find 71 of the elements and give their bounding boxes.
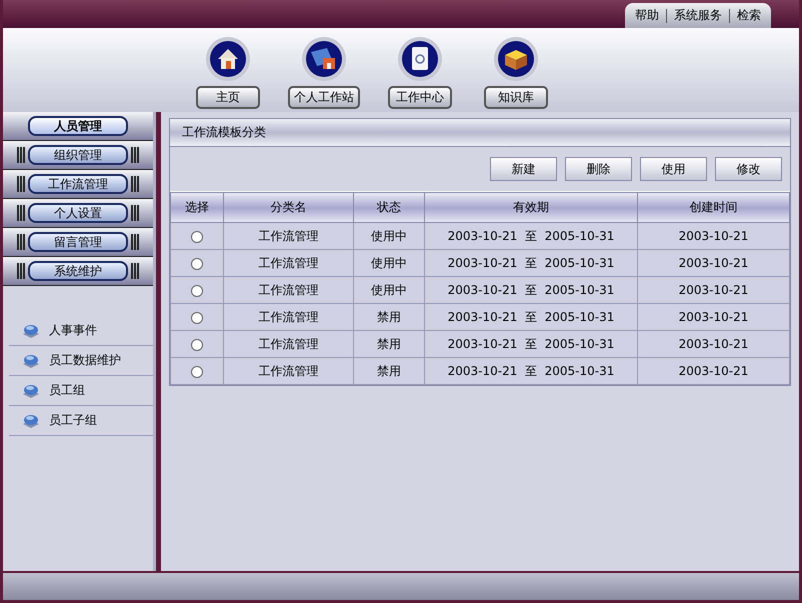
radio-button[interactable]: [191, 230, 203, 243]
grip-icon: [17, 263, 25, 279]
house-icon[interactable]: [205, 36, 251, 82]
table-cell: 工作流管理: [224, 330, 354, 358]
table-cell: 使用中: [354, 222, 424, 250]
folder-house-icon[interactable]: [301, 36, 347, 82]
table-cell: 2003-10-21 至 2005-10-31: [424, 222, 638, 250]
top-link[interactable]: 系统服务: [670, 6, 726, 25]
radio-button[interactable]: [191, 338, 203, 351]
radio-button[interactable]: [191, 366, 203, 378]
table-cell: 2003-10-21 至 2005-10-31: [424, 358, 638, 384]
sidebar-menu-button[interactable]: 组织管理: [28, 145, 128, 165]
toolbar-button[interactable]: 修改: [715, 157, 782, 181]
panel-title: 工作流模板分类: [170, 119, 790, 147]
nav-button[interactable]: 知识库: [484, 86, 548, 109]
table-cell: 2003-10-21 至 2005-10-31: [424, 276, 638, 304]
sidebar-link[interactable]: 员工数据维护: [49, 352, 121, 369]
table-cell: 2003-10-21: [638, 358, 790, 384]
grip-icon: [17, 147, 25, 163]
sidebar-menu-button[interactable]: 人员管理: [28, 116, 128, 136]
radio-button[interactable]: [191, 284, 203, 297]
grip-icon: [131, 234, 139, 250]
toolbar-button[interactable]: 使用: [640, 157, 707, 181]
table-cell: 2003-10-21: [638, 330, 790, 358]
nav-button[interactable]: 主页: [196, 86, 260, 109]
column-header: 状态: [354, 192, 424, 222]
grip-icon: [131, 263, 139, 279]
table-cell: 工作流管理: [224, 358, 354, 384]
table-cell: 2003-10-21: [638, 222, 790, 250]
radio-button[interactable]: [191, 312, 203, 324]
column-header: 有效期: [424, 192, 638, 222]
notebook-icon[interactable]: [397, 36, 443, 82]
nav-button[interactable]: 工作中心: [388, 86, 452, 109]
nav-button[interactable]: 个人工作站: [288, 86, 360, 109]
grip-icon: [131, 147, 139, 163]
sidebar-link[interactable]: 人事事件: [49, 322, 97, 339]
sidebar-link[interactable]: 员工组: [49, 382, 85, 399]
table-cell: 使用中: [354, 250, 424, 276]
top-link[interactable]: 帮助: [631, 6, 663, 25]
grip-icon: [17, 176, 25, 192]
table-cell: 禁用: [354, 304, 424, 330]
grip-icon: [17, 234, 25, 250]
table-cell: 使用中: [354, 276, 424, 304]
table-cell: 工作流管理: [224, 304, 354, 330]
table-cell: 2003-10-21 至 2005-10-31: [424, 250, 638, 276]
top-link[interactable]: 检索: [733, 6, 765, 25]
grip-icon: [17, 205, 25, 221]
toolbar-button[interactable]: 新建: [490, 157, 557, 181]
table-cell: 禁用: [354, 330, 424, 358]
table-cell: 禁用: [354, 358, 424, 384]
sidebar-menu-button[interactable]: 个人设置: [28, 203, 128, 223]
column-header: 创建时间: [638, 192, 790, 222]
sidebar-menu-button[interactable]: 工作流管理: [28, 174, 128, 194]
sidebar-link[interactable]: 员工子组: [49, 412, 97, 429]
toolbar-button[interactable]: 删除: [565, 157, 632, 181]
grip-icon: [131, 176, 139, 192]
table-cell: 工作流管理: [224, 222, 354, 250]
column-header: 选择: [170, 192, 224, 222]
table-cell: 2003-10-21 至 2005-10-31: [424, 304, 638, 330]
table-cell: 2003-10-21: [638, 250, 790, 276]
column-header: 分类名: [224, 192, 354, 222]
table-cell: 工作流管理: [224, 250, 354, 276]
box-icon[interactable]: [493, 36, 539, 82]
radio-button[interactable]: [191, 258, 203, 270]
sidebar-menu-button[interactable]: 留言管理: [28, 232, 128, 252]
sidebar-menu-button[interactable]: 系统维护: [28, 261, 128, 281]
table-cell: 2003-10-21: [638, 276, 790, 304]
grip-icon: [131, 205, 139, 221]
table-cell: 2003-10-21: [638, 304, 790, 330]
table-cell: 工作流管理: [224, 276, 354, 304]
table-cell: 2003-10-21 至 2005-10-31: [424, 330, 638, 358]
